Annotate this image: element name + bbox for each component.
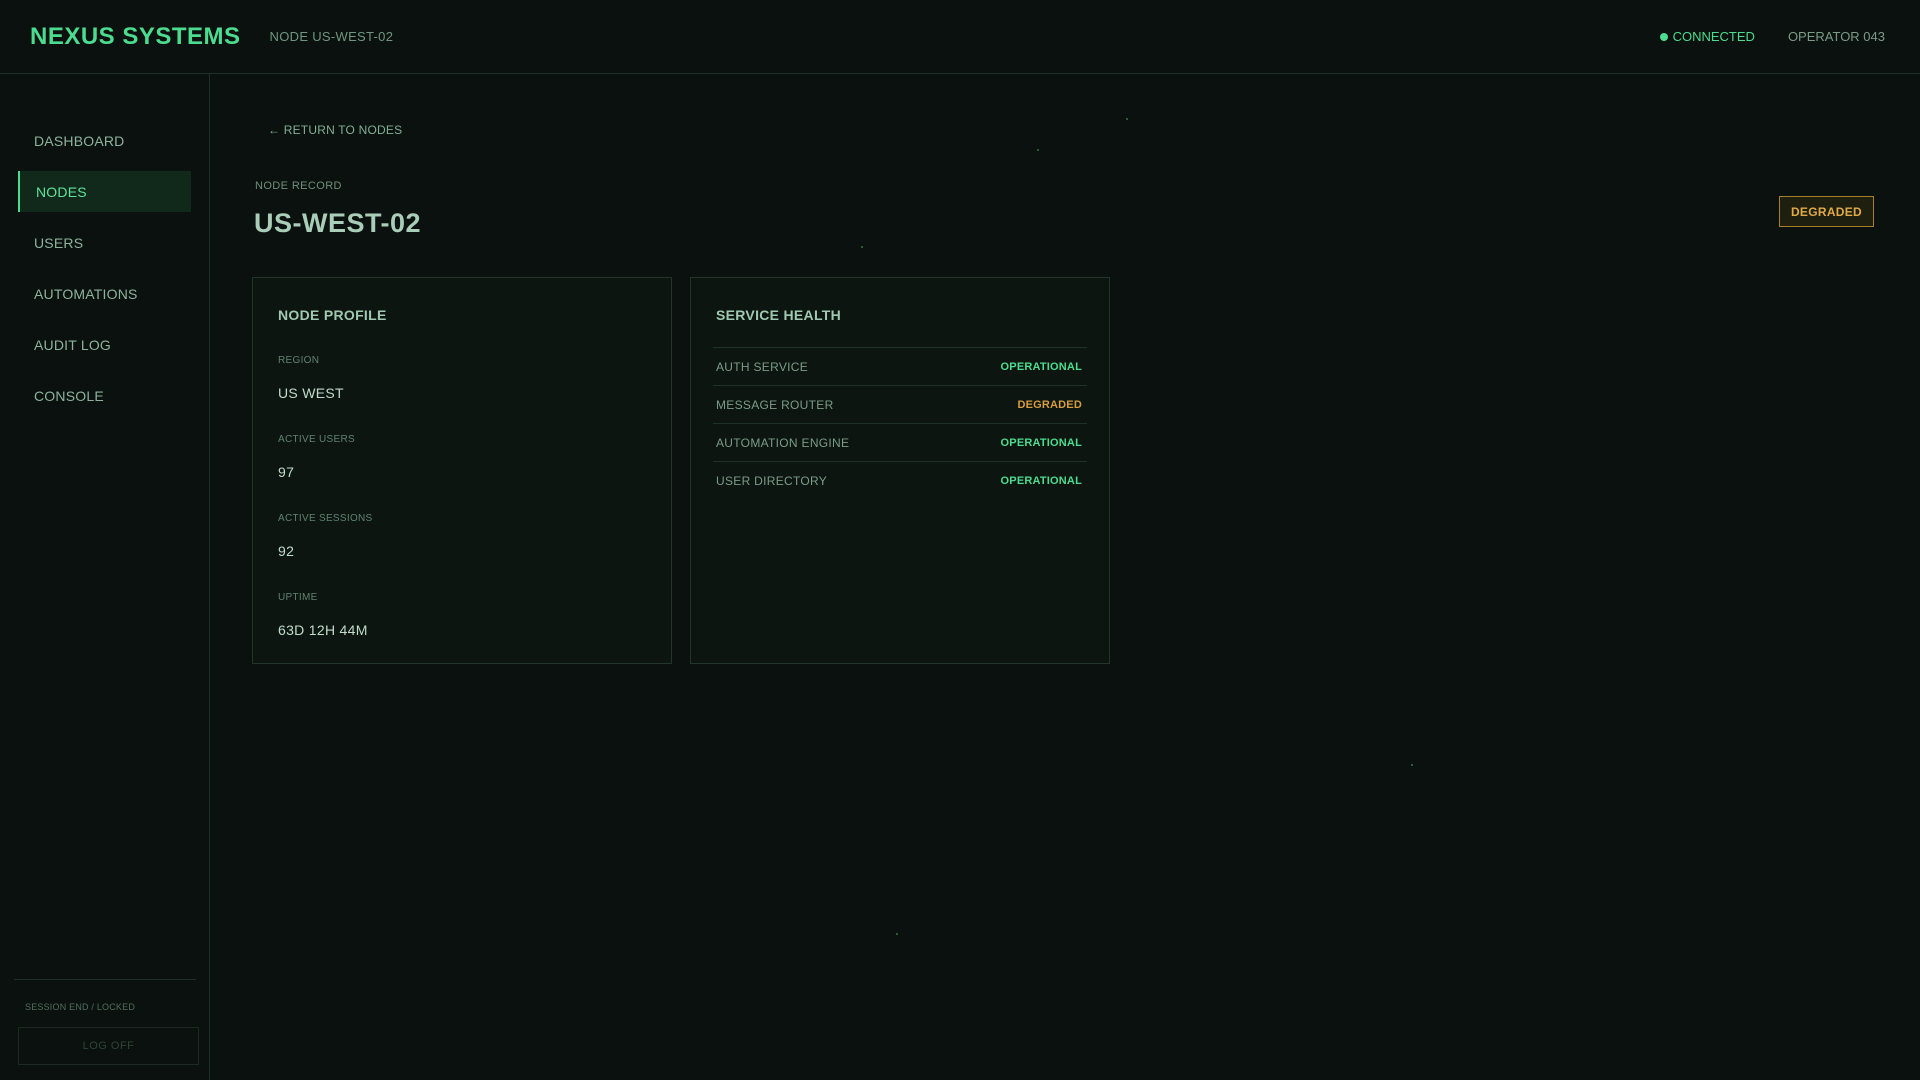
service-row: AUTOMATION ENGINE OPERATIONAL bbox=[713, 423, 1087, 461]
sidebar-divider bbox=[14, 979, 196, 980]
status-badge: DEGRADED bbox=[1779, 196, 1874, 227]
operator-id[interactable]: OPERATOR 043 bbox=[1788, 29, 1885, 44]
sidebar: DASHBOARD NODES USERS AUTOMATIONS AUDIT … bbox=[0, 74, 210, 1080]
background-speck bbox=[861, 246, 863, 248]
card-title: NODE PROFILE bbox=[278, 307, 387, 323]
service-name: AUTH SERVICE bbox=[716, 359, 809, 374]
sidebar-item-audit-log[interactable]: AUDIT LOG bbox=[18, 324, 191, 365]
node-profile-card: NODE PROFILE REGION US WEST ACTIVE USERS… bbox=[252, 277, 672, 664]
top-bar: NEXUS SYSTEMS NODE US-WEST-02 CONNECTED … bbox=[0, 0, 1920, 74]
active-sessions-value: 92 bbox=[278, 543, 295, 559]
sidebar-item-dashboard[interactable]: DASHBOARD bbox=[18, 120, 191, 161]
sidebar-item-console[interactable]: CONSOLE bbox=[18, 375, 191, 416]
service-status: DEGRADED bbox=[1017, 398, 1082, 411]
status-dot-icon bbox=[1659, 32, 1668, 41]
background-speck bbox=[1126, 118, 1128, 120]
service-row: MESSAGE ROUTER DEGRADED bbox=[713, 385, 1087, 423]
background-speck bbox=[896, 933, 898, 935]
active-users-value: 97 bbox=[278, 464, 295, 480]
top-bar-right: CONNECTED OPERATOR 043 bbox=[1659, 29, 1885, 44]
service-health-card: SERVICE HEALTH AUTH SERVICE OPERATIONAL … bbox=[690, 277, 1110, 664]
region-value: US WEST bbox=[278, 385, 344, 401]
service-status: OPERATIONAL bbox=[1000, 436, 1082, 449]
region-label: REGION bbox=[278, 355, 320, 366]
service-row: USER DIRECTORY OPERATIONAL bbox=[713, 461, 1087, 499]
service-row: AUTH SERVICE OPERATIONAL bbox=[713, 347, 1087, 385]
uptime-label: UPTIME bbox=[278, 592, 318, 603]
brand-logo: NEXUS SYSTEMS bbox=[30, 22, 241, 50]
service-name: AUTOMATION ENGINE bbox=[716, 435, 850, 450]
sidebar-item-automations[interactable]: AUTOMATIONS bbox=[18, 273, 191, 314]
return-to-nodes-link[interactable]: ← RETURN TO NODES bbox=[268, 123, 402, 137]
record-label: NODE RECORD bbox=[255, 180, 342, 192]
connection-status-label: CONNECTED bbox=[1672, 29, 1755, 44]
active-users-label: ACTIVE USERS bbox=[278, 434, 355, 445]
active-sessions-label: ACTIVE SESSIONS bbox=[278, 513, 373, 524]
background-speck bbox=[1037, 149, 1039, 151]
service-name: MESSAGE ROUTER bbox=[716, 397, 834, 412]
background-speck bbox=[1411, 764, 1413, 766]
connection-status: CONNECTED bbox=[1659, 29, 1755, 44]
service-name: USER DIRECTORY bbox=[716, 473, 828, 488]
log-off-button[interactable]: LOG OFF bbox=[18, 1027, 199, 1065]
session-note: SESSION END / LOCKED bbox=[25, 1002, 136, 1012]
card-title: SERVICE HEALTH bbox=[716, 307, 842, 323]
service-status: OPERATIONAL bbox=[1000, 474, 1082, 487]
sidebar-item-users[interactable]: USERS bbox=[18, 222, 191, 263]
current-node-tag: NODE US-WEST-02 bbox=[269, 29, 394, 44]
uptime-value: 63D 12H 44M bbox=[278, 622, 368, 638]
page-title: US-WEST-02 bbox=[254, 208, 422, 238]
service-status: OPERATIONAL bbox=[1000, 360, 1082, 373]
sidebar-item-nodes[interactable]: NODES bbox=[18, 171, 191, 212]
